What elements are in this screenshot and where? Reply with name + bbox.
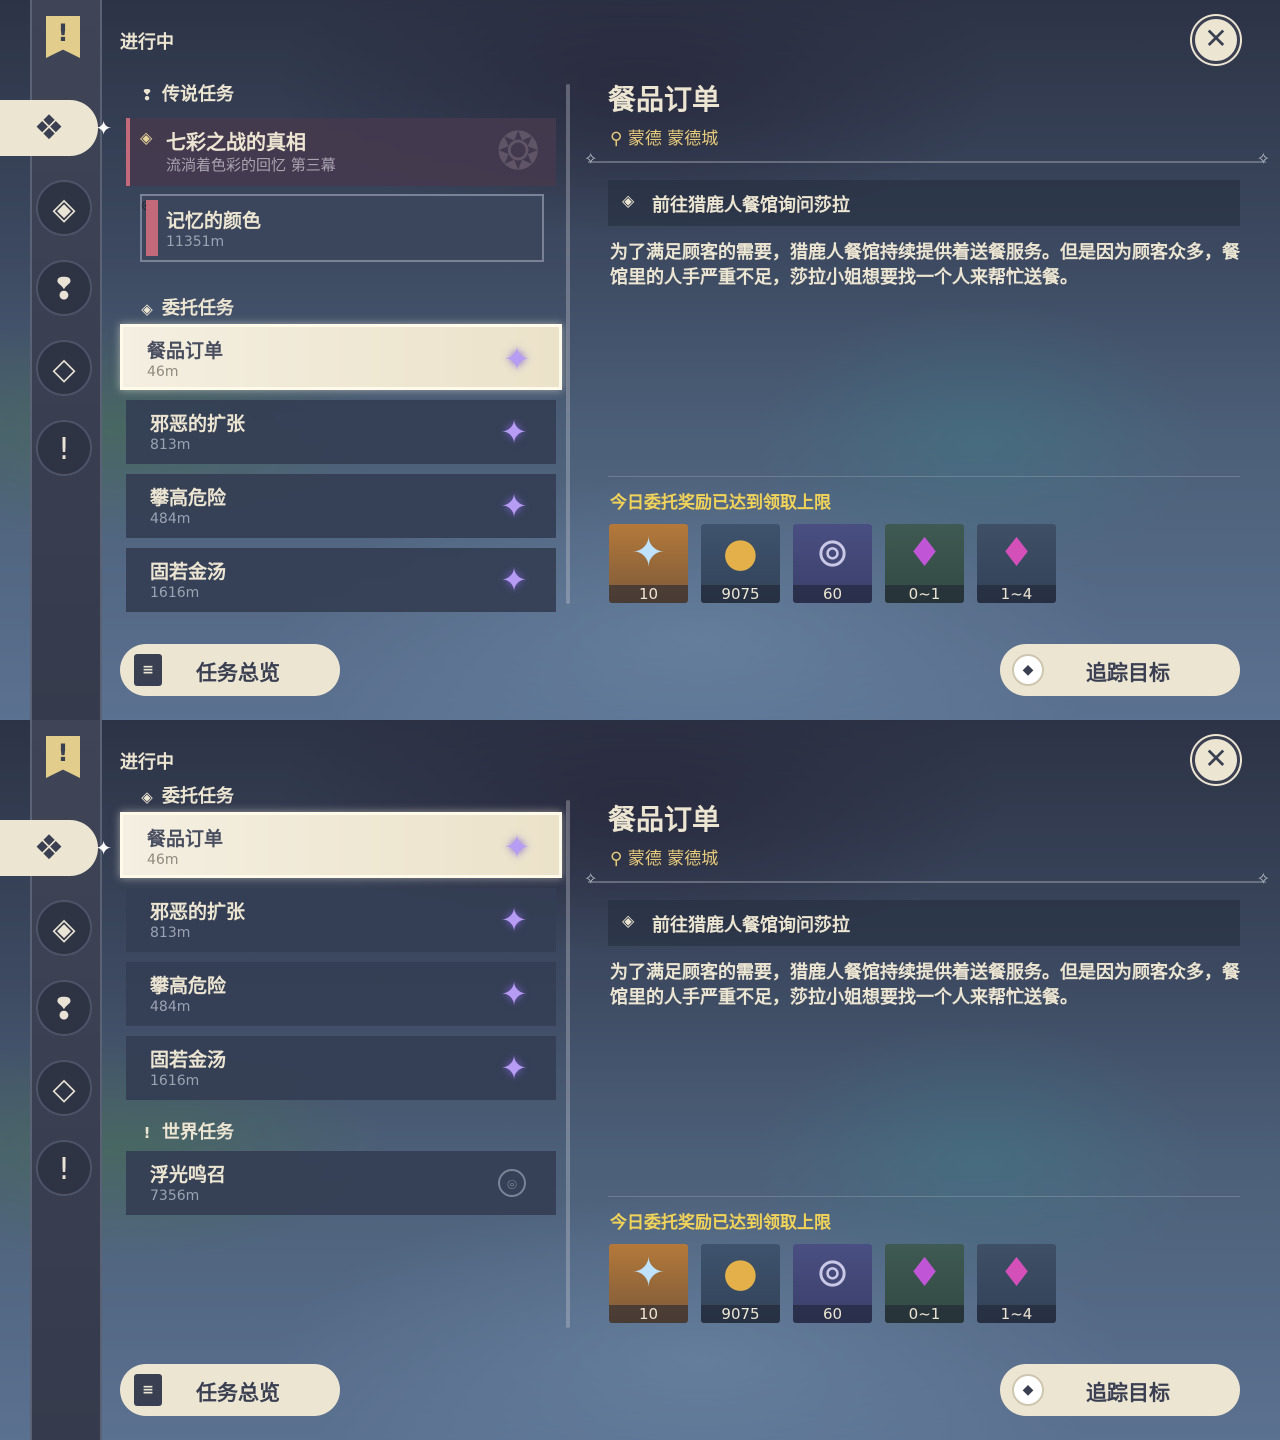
legend-quest-tab[interactable]: ❢ bbox=[36, 980, 92, 1036]
divider bbox=[584, 149, 1270, 168]
legend-quest-tab[interactable]: ❢ bbox=[36, 260, 92, 316]
reward-item[interactable]: ⊚ 60 bbox=[793, 1244, 872, 1323]
reward-list: ✦ 10 ● 9075 ⊚ 60 ♦ 0~1 ♦ 1~4 bbox=[609, 1244, 1069, 1324]
legend-quest-item[interactable]: ◈ 七彩之战的真相 流淌着色彩的回忆 第三幕 ❂ bbox=[126, 118, 556, 186]
reward-item[interactable]: ♦ 0~1 bbox=[885, 524, 964, 603]
character-emblem-icon: ❂ bbox=[496, 122, 540, 182]
commission-star-icon: ✦ bbox=[500, 1049, 528, 1087]
world-section-title: ! 世界任务 bbox=[136, 1118, 234, 1144]
quest-list-scrollbar[interactable] bbox=[566, 84, 570, 604]
archon-quest-tab[interactable]: ◈ bbox=[36, 900, 92, 956]
crystal-icon: ♦ bbox=[906, 530, 943, 576]
legend-subquest-item[interactable]: 记忆的颜色 11351m ⌾ bbox=[140, 194, 544, 262]
reward-limit-note: 今日委托奖励已达到领取上限 bbox=[610, 493, 831, 513]
subquest-color-bar bbox=[146, 200, 158, 256]
quest-panel-2: ! ❖ ◈ ❢ ◇ ! 进行中 ◈委托任务 餐品订单 46m ✦ 邪恶的扩张 8… bbox=[0, 720, 1280, 1440]
legend-quest-icon: ❢ bbox=[140, 86, 154, 104]
adventure-exp-icon: ⊚ bbox=[815, 1250, 850, 1296]
commission-category-tab[interactable]: ❖ bbox=[0, 100, 112, 156]
location-pin-icon[interactable]: ⌾ bbox=[498, 1169, 526, 1197]
commission-category-tab[interactable]: ❖ bbox=[0, 820, 112, 876]
world-quest-item[interactable]: 浮光鸣召 7356m ⌾ bbox=[126, 1151, 556, 1215]
commission-icon: ◈ bbox=[141, 788, 153, 806]
reward-item[interactable]: ● 9075 bbox=[701, 1244, 780, 1323]
reward-item[interactable]: ⊚ 60 bbox=[793, 524, 872, 603]
track-diamond-icon: ◆ bbox=[1012, 1374, 1044, 1406]
status-label: 进行中 bbox=[120, 752, 174, 773]
adventure-exp-icon: ⊚ bbox=[815, 530, 850, 576]
commission-item[interactable]: 固若金汤 1616m ✦ bbox=[126, 1036, 556, 1100]
track-quest-button[interactable]: ◆ 追踪目标 bbox=[1000, 1364, 1240, 1416]
quest-marker-icon: ◈ bbox=[140, 128, 153, 147]
status-label: 进行中 bbox=[120, 32, 174, 53]
track-quest-button[interactable]: ◆ 追踪目标 bbox=[1000, 644, 1240, 696]
crystal-cluster-icon: ♦ bbox=[998, 1250, 1035, 1296]
track-diamond-icon: ◆ bbox=[1012, 654, 1044, 686]
divider bbox=[608, 1196, 1240, 1197]
objective-row: ◈ 前往猎鹿人餐馆询问莎拉 bbox=[608, 900, 1240, 946]
commission-section-title: ◈ 委托任务 bbox=[136, 294, 234, 320]
close-button[interactable]: ✕ bbox=[1192, 16, 1240, 64]
commission-item[interactable]: 邪恶的扩张 813m ✦ bbox=[126, 400, 556, 464]
commission-item[interactable]: 固若金汤 1616m ✦ bbox=[126, 548, 556, 612]
commission-quest-tab[interactable]: ◇ bbox=[36, 340, 92, 396]
commission-item[interactable]: 餐品订单 46m ✦ bbox=[120, 812, 562, 878]
commission-item[interactable]: 攀高危险 484m ✦ bbox=[126, 474, 556, 538]
primogem-icon: ✦ bbox=[631, 1250, 666, 1296]
commission-icon: ◈ bbox=[141, 300, 153, 318]
commission-item[interactable]: 餐品订单 46m ✦ bbox=[120, 324, 562, 390]
commission-star-icon: ✦ bbox=[503, 828, 531, 866]
quest-book-icon: ≡ bbox=[134, 654, 162, 686]
commission-star-icon: ✦ bbox=[503, 340, 531, 378]
mora-icon: ● bbox=[723, 1250, 758, 1296]
map-pin-icon: ⚲ bbox=[610, 129, 623, 149]
commission-star-icon: ✦ bbox=[500, 561, 528, 599]
commission-star-icon: ✦ bbox=[500, 975, 528, 1013]
detail-title: 餐品订单 bbox=[608, 803, 721, 836]
detail-location: ⚲ 蒙德 蒙德城 bbox=[610, 129, 719, 149]
mora-icon: ● bbox=[723, 530, 758, 576]
primogem-icon: ✦ bbox=[631, 530, 666, 576]
reward-item[interactable]: ✦ 10 bbox=[609, 1244, 688, 1323]
commission-star-icon: ✦ bbox=[500, 901, 528, 939]
archon-quest-tab[interactable]: ◈ bbox=[36, 180, 92, 236]
reward-item[interactable]: ✦ 10 bbox=[609, 524, 688, 603]
quest-overview-button[interactable]: ≡ 任务总览 bbox=[120, 644, 340, 696]
reward-item[interactable]: ♦ 1~4 bbox=[977, 1244, 1056, 1323]
world-quest-tab[interactable]: ! bbox=[36, 1140, 92, 1196]
reward-list: ✦ 10 ● 9075 ⊚ 60 ♦ 0~1 ♦ 1~4 bbox=[609, 524, 1069, 604]
world-quest-icon: ! bbox=[143, 1124, 151, 1142]
divider bbox=[608, 476, 1240, 477]
quest-description: 为了满足顾客的需要，猎鹿人餐馆持续提供着送餐服务。但是因为顾客众多，餐馆里的人手… bbox=[610, 242, 1240, 288]
reward-item[interactable]: ♦ 1~4 bbox=[977, 524, 1056, 603]
map-pin-icon: ⚲ bbox=[610, 849, 623, 869]
detail-title: 餐品订单 bbox=[608, 83, 721, 116]
detail-location: ⚲ 蒙德 蒙德城 bbox=[610, 849, 719, 869]
legend-section-title: ❢ 传说任务 bbox=[136, 80, 234, 106]
close-button[interactable]: ✕ bbox=[1192, 736, 1240, 784]
crystal-cluster-icon: ♦ bbox=[998, 530, 1035, 576]
commission-item[interactable]: 邪恶的扩张 813m ✦ bbox=[126, 888, 556, 952]
quest-list-scrollbar[interactable] bbox=[566, 800, 570, 1328]
crystal-icon: ♦ bbox=[906, 1250, 943, 1296]
commission-star-icon: ✦ bbox=[500, 487, 528, 525]
commission-quest-tab[interactable]: ◇ bbox=[36, 1060, 92, 1116]
world-quest-tab[interactable]: ! bbox=[36, 420, 92, 476]
quest-panel-1: ! ❖ ◈ ❢ ◇ ! 进行中 ❢传说任务 ◈ 七彩之战的真相 流淌着色彩的回忆… bbox=[0, 0, 1280, 720]
quest-book-icon: ≡ bbox=[134, 1374, 162, 1406]
divider bbox=[584, 869, 1270, 888]
commission-star-icon: ✦ bbox=[500, 413, 528, 451]
objective-diamond-icon: ◈ bbox=[622, 191, 635, 210]
reward-item[interactable]: ♦ 0~1 bbox=[885, 1244, 964, 1323]
quest-description: 为了满足顾客的需要，猎鹿人餐馆持续提供着送餐服务。但是因为顾客众多，餐馆里的人手… bbox=[610, 962, 1240, 1008]
reward-limit-note: 今日委托奖励已达到领取上限 bbox=[610, 1213, 831, 1233]
objective-row: ◈ 前往猎鹿人餐馆询问莎拉 bbox=[608, 180, 1240, 226]
objective-diamond-icon: ◈ bbox=[622, 911, 635, 930]
quest-overview-button[interactable]: ≡ 任务总览 bbox=[120, 1364, 340, 1416]
commission-item[interactable]: 攀高危险 484m ✦ bbox=[126, 962, 556, 1026]
reward-item[interactable]: ● 9075 bbox=[701, 524, 780, 603]
commission-section-title: ◈ 委托任务 bbox=[136, 782, 234, 808]
